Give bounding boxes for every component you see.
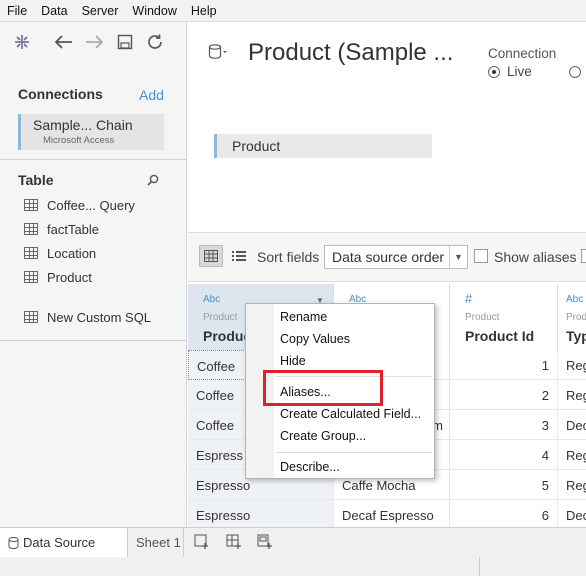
table-item-label: Product <box>47 269 92 285</box>
menu-window[interactable]: Window <box>125 4 183 18</box>
menu-item-create-calculated-field[interactable]: Create Calculated Field... <box>280 407 421 421</box>
table-grid-icon <box>24 271 38 283</box>
custom-sql-icon <box>24 311 38 323</box>
section-divider <box>0 159 187 160</box>
table-item-label: Coffee... Query <box>47 197 135 213</box>
custom-sql-label: New Custom SQL <box>47 309 152 325</box>
chevron-down-icon: ▼ <box>449 246 467 268</box>
table-cell[interactable]: 2 <box>450 380 558 410</box>
menu-help[interactable]: Help <box>184 4 224 18</box>
menu-item-describe[interactable]: Describe... <box>280 460 340 474</box>
table-cell[interactable]: 3 <box>450 410 558 440</box>
back-arrow-icon[interactable] <box>54 32 74 52</box>
refresh-icon[interactable] <box>145 32 165 52</box>
column-name: Produc <box>203 328 252 344</box>
string-type-icon[interactable]: Abc <box>203 294 220 305</box>
search-icon[interactable] <box>147 174 159 189</box>
sort-fields-select[interactable]: Data source order ▼ <box>324 245 468 269</box>
table-cell[interactable]: Dec <box>558 410 586 440</box>
column-source: Prod <box>566 312 586 323</box>
table-cell[interactable]: Reg <box>558 470 586 500</box>
aliases-highlight-box <box>263 370 383 406</box>
add-connection-link[interactable]: Add <box>139 87 164 103</box>
tableau-logo-icon[interactable] <box>12 32 32 52</box>
table-cell[interactable]: Espresso <box>188 500 334 530</box>
menu-item-hide[interactable]: Hide <box>280 354 306 368</box>
table-item-label: factTable <box>47 221 100 237</box>
column-name: Typ <box>566 328 586 344</box>
string-type-icon[interactable]: Abc <box>566 294 583 305</box>
section-divider <box>0 340 187 341</box>
sort-fields-label: Sort fields <box>257 249 320 265</box>
table-grid-icon <box>24 247 38 259</box>
menu-item-create-group[interactable]: Create Group... <box>280 429 366 443</box>
show-hidden-checkbox[interactable] <box>581 249 586 263</box>
table-cell[interactable]: Reg <box>558 350 586 380</box>
table-item-facttable[interactable]: factTable <box>24 219 99 239</box>
left-pane: Connections Add Sample... Chain Microsof… <box>0 22 187 530</box>
menu-item-rename[interactable]: Rename <box>280 310 327 324</box>
connection-name: Sample... Chain <box>33 117 133 133</box>
table-item-product[interactable]: Product <box>24 267 92 287</box>
column-source: Product <box>465 312 500 323</box>
connection-type: Microsoft Access <box>43 135 115 146</box>
table-cell[interactable]: Dec <box>558 500 586 530</box>
new-custom-sql[interactable]: New Custom SQL <box>24 307 151 327</box>
connection-label: Connection <box>488 46 557 61</box>
connection-item[interactable]: Sample... Chain Microsoft Access <box>18 114 164 150</box>
table-grid-icon <box>24 199 38 211</box>
table-section-title: Table <box>18 172 54 188</box>
tab-data-source[interactable]: Data Source <box>0 528 128 557</box>
tab-label: Data Source <box>23 535 96 550</box>
database-icon <box>8 537 19 549</box>
new-worksheet-icon[interactable] <box>194 534 210 553</box>
forward-arrow-icon[interactable] <box>84 32 104 52</box>
connections-title: Connections <box>18 86 103 102</box>
column-name: Product Id <box>465 328 535 344</box>
table-cell[interactable]: Decaf Espresso <box>334 500 450 530</box>
grid-toolbar: Sort fields Data source order ▼ Show ali… <box>188 232 586 282</box>
datasource-title[interactable]: Product (Sample ... <box>248 39 453 67</box>
grid-view-button[interactable] <box>199 245 223 267</box>
menu-item-copy-values[interactable]: Copy Values <box>280 332 350 346</box>
live-label: Live <box>507 64 532 79</box>
show-aliases-label: Show aliases <box>494 249 577 265</box>
status-divider <box>479 557 480 576</box>
table-cell[interactable]: 4 <box>450 440 558 470</box>
table-grid-icon <box>24 223 38 235</box>
tab-label: Sheet 1 <box>136 535 181 550</box>
menu-bar: File Data Server Window Help <box>0 0 586 22</box>
table-cell[interactable]: Reg <box>558 380 586 410</box>
table-cell[interactable]: 1 <box>450 350 558 380</box>
table-cell[interactable]: 5 <box>450 470 558 500</box>
show-aliases-checkbox[interactable] <box>474 249 488 263</box>
menu-server[interactable]: Server <box>75 4 126 18</box>
table-item-label: Location <box>47 245 97 261</box>
canvas-table-product[interactable]: Product <box>214 134 432 158</box>
table-cell[interactable]: Reg <box>558 440 586 470</box>
save-icon[interactable] <box>115 32 135 52</box>
tab-sheet-1[interactable]: Sheet 1 <box>128 528 184 557</box>
extract-radio[interactable] <box>569 66 581 78</box>
menu-data[interactable]: Data <box>34 4 74 18</box>
database-icon[interactable] <box>208 44 228 65</box>
menu-file[interactable]: File <box>0 4 34 18</box>
table-item-coffee-query[interactable]: Coffee... Query <box>24 195 135 215</box>
menu-separator <box>276 452 432 453</box>
list-view-button[interactable] <box>227 245 251 267</box>
table-cell[interactable]: 6 <box>450 500 558 530</box>
sort-select-value: Data source order <box>332 249 445 265</box>
sheet-tab-bar: Data Source Sheet 1 <box>0 527 586 576</box>
table-item-location[interactable]: Location <box>24 243 96 263</box>
column-source: Product <box>203 312 238 323</box>
new-story-icon[interactable] <box>257 534 273 553</box>
new-dashboard-icon[interactable] <box>226 534 242 553</box>
number-type-icon[interactable]: # <box>465 291 472 306</box>
live-radio[interactable] <box>488 66 500 78</box>
